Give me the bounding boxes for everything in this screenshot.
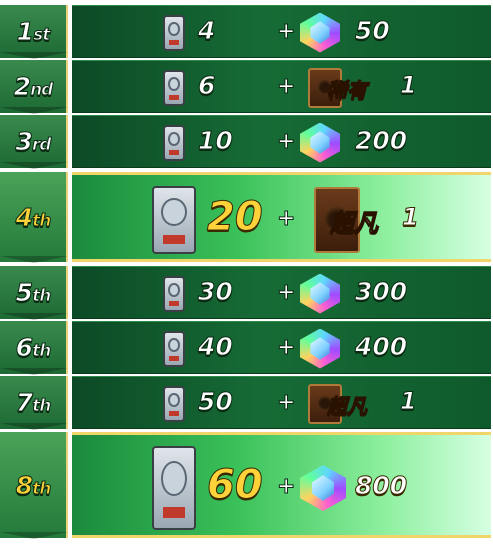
pack-count: 4: [197, 16, 216, 46]
plus-sign: +: [276, 18, 296, 44]
reward-row: 6 + 稀有 1: [72, 60, 491, 113]
rank-cell: 3rd: [0, 115, 68, 169]
rank-label: 6th: [15, 333, 52, 363]
reward-row: 60 +800: [72, 432, 491, 538]
gem-icon: [300, 465, 346, 511]
ranking-rewards-panel: 4 +50 6 + 稀有 1 10 +200 20 + 超凡 1 30 +300 40 +400 50 + 超凡 1 6…: [0, 0, 493, 547]
pack-count: 40: [198, 332, 234, 362]
gem-amount: 800: [354, 471, 408, 501]
rank-cell: 5th: [0, 266, 68, 320]
plus-sign: +: [276, 206, 296, 232]
rarity-label: 稀有: [327, 77, 368, 102]
rank-cell: 8th: [0, 432, 68, 539]
rank-suffix: th: [32, 478, 52, 499]
gem-icon: [300, 12, 340, 53]
rarity-label: 超凡: [327, 393, 368, 418]
pack-count: 30: [198, 277, 234, 307]
reward-row: 20 + 超凡 1: [72, 172, 491, 262]
rank-number: 6: [15, 333, 33, 363]
ticket-amount: 1: [400, 386, 418, 415]
rank-suffix: th: [32, 341, 52, 362]
rarity-label: 超凡: [330, 209, 379, 238]
card-pack-icon: [152, 446, 196, 530]
ticket-amount: 1: [400, 70, 418, 99]
rank-label: 8th: [15, 470, 52, 500]
rank-label: 7th: [15, 388, 52, 418]
gem-amount: 50: [355, 15, 391, 45]
gem-amount: 300: [354, 276, 408, 306]
rank-number: 3: [15, 127, 33, 157]
rank-label: 5th: [15, 278, 52, 308]
gem-amount: 400: [354, 331, 408, 361]
card-pack-icon: [163, 385, 185, 422]
rank-label: 1st: [16, 17, 51, 47]
rank-number: 4: [15, 202, 33, 232]
reward-row: 50 + 超凡 1: [72, 376, 491, 429]
rank-suffix: nd: [30, 80, 54, 101]
rank-suffix: th: [32, 286, 52, 307]
rank-label: 4th: [15, 202, 52, 232]
pack-count: 6: [197, 71, 216, 101]
rank-number: 8: [15, 470, 33, 500]
plus-sign: +: [276, 128, 296, 154]
reward-row: 30 +300: [72, 266, 491, 319]
gem-icon: [300, 328, 340, 369]
reward-row: 40 +400: [72, 321, 491, 374]
rank-suffix: th: [32, 210, 52, 231]
pack-count: 20: [207, 194, 264, 241]
pack-count: 50: [198, 387, 234, 417]
gem-icon: [300, 273, 340, 314]
rank-label: 3rd: [15, 127, 52, 157]
rank-suffix: th: [32, 396, 52, 417]
card-pack-icon: [163, 14, 185, 51]
rank-cell: 4th: [0, 172, 68, 263]
pack-count: 10: [198, 126, 234, 156]
rank-number: 2: [13, 72, 31, 102]
ticket-amount: 1: [402, 203, 420, 232]
rank-label: 2nd: [13, 72, 54, 102]
plus-sign: +: [276, 334, 296, 360]
card-pack-icon: [163, 124, 185, 161]
plus-sign: +: [276, 73, 296, 99]
rank-suffix: st: [33, 25, 51, 46]
reward-row: 10 +200: [72, 115, 491, 168]
plus-sign: +: [276, 389, 296, 415]
rank-cell: 2nd: [0, 60, 68, 114]
plus-sign: +: [276, 474, 296, 500]
rank-cell: 6th: [0, 321, 68, 375]
rank-cell: 7th: [0, 376, 68, 430]
card-pack-icon: [152, 186, 196, 254]
pack-count: 60: [207, 462, 264, 509]
rank-number: 7: [15, 388, 33, 418]
plus-sign: +: [276, 279, 296, 305]
rank-suffix: rd: [31, 135, 52, 156]
rank-number: 5: [15, 278, 33, 308]
card-pack-icon: [163, 69, 185, 106]
rank-cell: 1st: [0, 5, 68, 59]
gem-icon: [300, 122, 340, 163]
card-pack-icon: [163, 275, 185, 312]
rank-number: 1: [16, 17, 34, 47]
gem-amount: 200: [354, 125, 408, 155]
reward-row: 4 +50: [72, 5, 491, 58]
card-pack-icon: [163, 330, 185, 367]
